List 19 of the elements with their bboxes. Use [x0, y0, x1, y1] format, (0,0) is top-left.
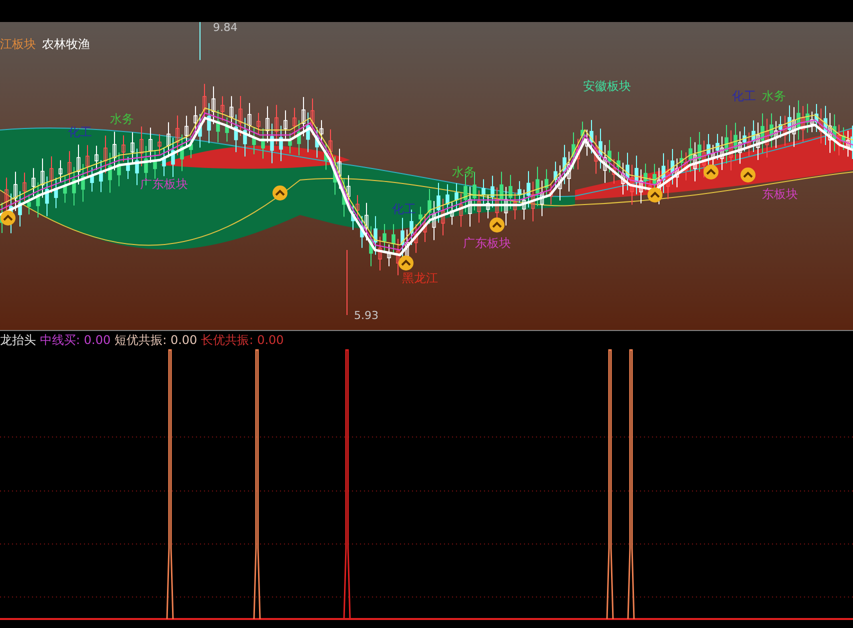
- sector-label: 化工: [68, 126, 92, 138]
- sector-label: 安徽板块: [583, 80, 631, 92]
- sector-label: 水务: [762, 90, 786, 102]
- high-price-label: 9.84: [213, 22, 238, 33]
- low-price-label: 5.93: [354, 310, 378, 321]
- sector-label: 农林牧渔: [42, 38, 90, 50]
- indicator-title: 龙抬头: [0, 334, 36, 346]
- sector-label: 黑龙江: [402, 272, 438, 284]
- sector-label: 化工: [392, 203, 416, 215]
- sector-label: 江板块: [0, 38, 36, 50]
- sector-label: 广东板块: [463, 237, 511, 249]
- sector-label: 东板块: [762, 188, 798, 200]
- sector-label: 广东板块: [140, 178, 188, 190]
- sector-label: 水务: [110, 113, 134, 125]
- sector-label: 水务: [452, 166, 476, 178]
- sector-label: 化工: [732, 90, 756, 102]
- indicator-reading: 长优共振: 0.00: [201, 334, 284, 346]
- indicator-reading: 短优共振: 0.00: [114, 334, 198, 346]
- indicator-reading: 中线买: 0.00: [40, 334, 111, 346]
